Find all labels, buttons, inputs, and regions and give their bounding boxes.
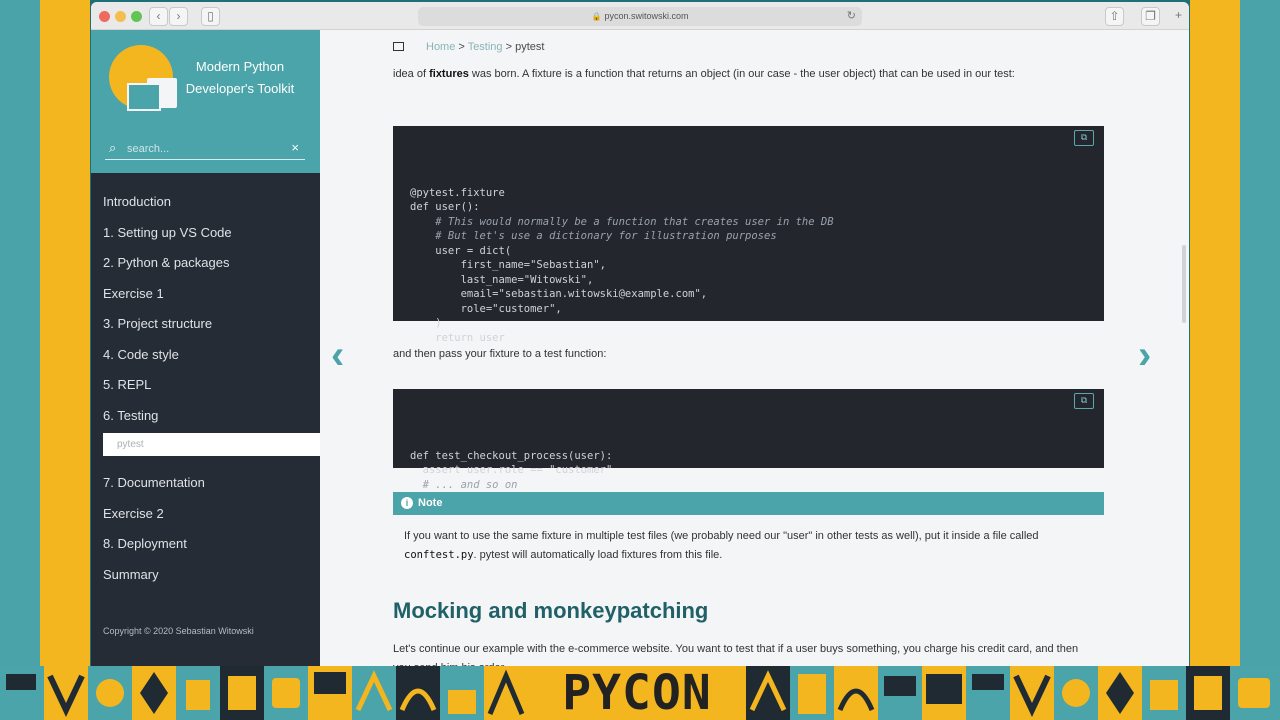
info-icon: i xyxy=(401,497,413,509)
code-block-test: ⧉ def test_checkout_process(user): asser… xyxy=(393,389,1104,491)
code-lines: @pytest.fixture def user(): # This would … xyxy=(410,186,1104,346)
note-header: i Note xyxy=(393,492,1104,515)
menu-icon[interactable] xyxy=(393,42,404,51)
previous-page-icon[interactable]: ‹ xyxy=(331,335,344,375)
search-input[interactable] xyxy=(127,140,277,158)
sidebar-item-repl[interactable]: 5. REPL xyxy=(91,370,320,401)
sidebar-header: Modern Python Developer's Toolkit ⌕ × xyxy=(91,30,320,173)
section-heading: Mocking and monkeypatching xyxy=(393,598,709,623)
breadcrumb-home[interactable]: Home xyxy=(426,41,455,53)
frame-right xyxy=(1240,0,1280,666)
code-line: # ... and so on xyxy=(410,478,518,491)
code-line: role="customer", xyxy=(410,302,562,315)
scrollbar[interactable] xyxy=(1182,245,1186,323)
frame-left xyxy=(0,0,40,666)
code-line: email="sebastian.witowski@example.com", xyxy=(410,288,708,300)
logo[interactable] xyxy=(109,45,177,111)
code-line: ) xyxy=(410,317,442,329)
sidebar-item-summary[interactable]: Summary xyxy=(91,560,320,591)
lock-icon: 🔒 xyxy=(591,12,602,21)
breadcrumb-current: pytest xyxy=(515,41,545,53)
sidebar-item-python-packages[interactable]: 2. Python & packages xyxy=(91,248,320,279)
pycon-logo-text: PYCON 2020 xyxy=(528,666,746,720)
copyright: Copyright © 2020 Sebastian Witowski xyxy=(103,626,254,636)
paragraph-text: idea of xyxy=(393,68,430,80)
note-text: If you want to use the same fixture in m… xyxy=(404,530,1039,542)
frame-right-border xyxy=(1190,0,1240,666)
sidebar-item-pytest[interactable]: pytest xyxy=(103,433,320,456)
search-icon: ⌕ xyxy=(109,140,117,155)
note-body: If you want to use the same fixture in m… xyxy=(404,527,1094,565)
site-title[interactable]: Modern Python Developer's Toolkit xyxy=(175,56,305,100)
sidebar-item-project-structure[interactable]: 3. Project structure xyxy=(91,309,320,340)
share-icon[interactable]: ⇧ xyxy=(1105,7,1124,26)
code-line: def user(): xyxy=(410,201,480,213)
search-box: ⌕ × xyxy=(105,138,305,160)
address-bar-url: pycon.switowski.com xyxy=(604,11,689,21)
maximize-window-button[interactable] xyxy=(131,11,142,22)
sidebar-item-code-style[interactable]: 4. Code style xyxy=(91,340,320,371)
next-page-icon[interactable]: › xyxy=(1138,335,1151,375)
address-bar[interactable]: 🔒 pycon.switowski.com ↻ xyxy=(418,7,862,26)
paragraph-text: was born. A fixture is a function that r… xyxy=(468,68,1015,80)
paragraph-fixtures: idea of fixtures was born. A fixture is … xyxy=(393,65,1093,84)
breadcrumb: Home > Testing > pytest xyxy=(393,41,544,53)
sidebar-item-setting-up-vs-code[interactable]: 1. Setting up VS Code xyxy=(91,218,320,249)
main-content: Home > Testing > pytest idea of fixtures… xyxy=(320,30,1189,666)
forward-icon[interactable]: › xyxy=(169,7,188,26)
sidebar-toggle-icon[interactable]: ▯ xyxy=(201,7,220,26)
sidebar-item-testing[interactable]: 6. Testing xyxy=(91,401,320,432)
sidebar: Modern Python Developer's Toolkit ⌕ × In… xyxy=(91,30,320,666)
paragraph-bold: fixtures xyxy=(429,68,469,80)
back-icon[interactable]: ‹ xyxy=(149,7,168,26)
new-tab-icon[interactable]: + xyxy=(1169,7,1188,26)
copy-icon[interactable]: ⧉ xyxy=(1074,393,1094,409)
close-window-button[interactable] xyxy=(99,11,110,22)
code-line: def test_checkout_process(user): xyxy=(410,449,613,462)
sidebar-item-exercise-2[interactable]: Exercise 2 xyxy=(91,499,320,530)
note-code: conftest.py xyxy=(404,549,474,561)
code-line: return user xyxy=(410,331,505,344)
paragraph-mocking: Let's continue our example with the e-co… xyxy=(393,643,1079,666)
browser-toolbar: ‹ › ▯ 🔒 pycon.switowski.com ↻ ⇧ ❐ + xyxy=(91,2,1189,30)
note-text: . pytest will automatically load fixture… xyxy=(473,549,723,561)
code-line: user = dict( xyxy=(410,244,512,257)
minimize-window-button[interactable] xyxy=(115,11,126,22)
copy-icon[interactable]: ⧉ xyxy=(1074,130,1094,146)
code-line: # This would normally be a function that… xyxy=(410,215,834,228)
code-lines: def test_checkout_process(user): assert … xyxy=(410,449,1104,493)
pycon-banner: PYCON 2020 xyxy=(0,666,1280,720)
breadcrumb-testing[interactable]: Testing xyxy=(468,41,503,53)
logo-screen-front xyxy=(127,83,161,111)
note-title: Note xyxy=(418,497,443,509)
code-block-fixture: ⧉ @pytest.fixture def user(): # This woul… xyxy=(393,126,1104,344)
tabs-icon[interactable]: ❐ xyxy=(1141,7,1160,26)
code-line: assert user.role == "customer" xyxy=(410,464,613,476)
browser-window: ‹ › ▯ 🔒 pycon.switowski.com ↻ ⇧ ❐ + Moder… xyxy=(91,2,1189,666)
code-line: # But let's use a dictionary for illustr… xyxy=(410,230,777,242)
code-line: first_name="Sebastian", xyxy=(410,259,606,271)
breadcrumb-separator: > xyxy=(502,41,516,53)
reload-icon[interactable]: ↻ xyxy=(847,7,856,26)
sidebar-item-introduction[interactable]: Introduction xyxy=(91,187,320,218)
clear-search-icon[interactable]: × xyxy=(291,140,299,155)
frame-left-border xyxy=(40,0,90,666)
code-line: @pytest.fixture xyxy=(410,186,505,199)
breadcrumb-separator: > xyxy=(455,41,468,53)
code-line: last_name="Witowski", xyxy=(410,273,594,286)
sidebar-nav: Introduction 1. Setting up VS Code 2. Py… xyxy=(91,187,320,590)
paragraph-pass-fixture: and then pass your fixture to a test fun… xyxy=(393,348,607,360)
sidebar-item-documentation[interactable]: 7. Documentation xyxy=(91,468,320,499)
sidebar-item-deployment[interactable]: 8. Deployment xyxy=(91,529,320,560)
sidebar-item-exercise-1[interactable]: Exercise 1 xyxy=(91,279,320,310)
